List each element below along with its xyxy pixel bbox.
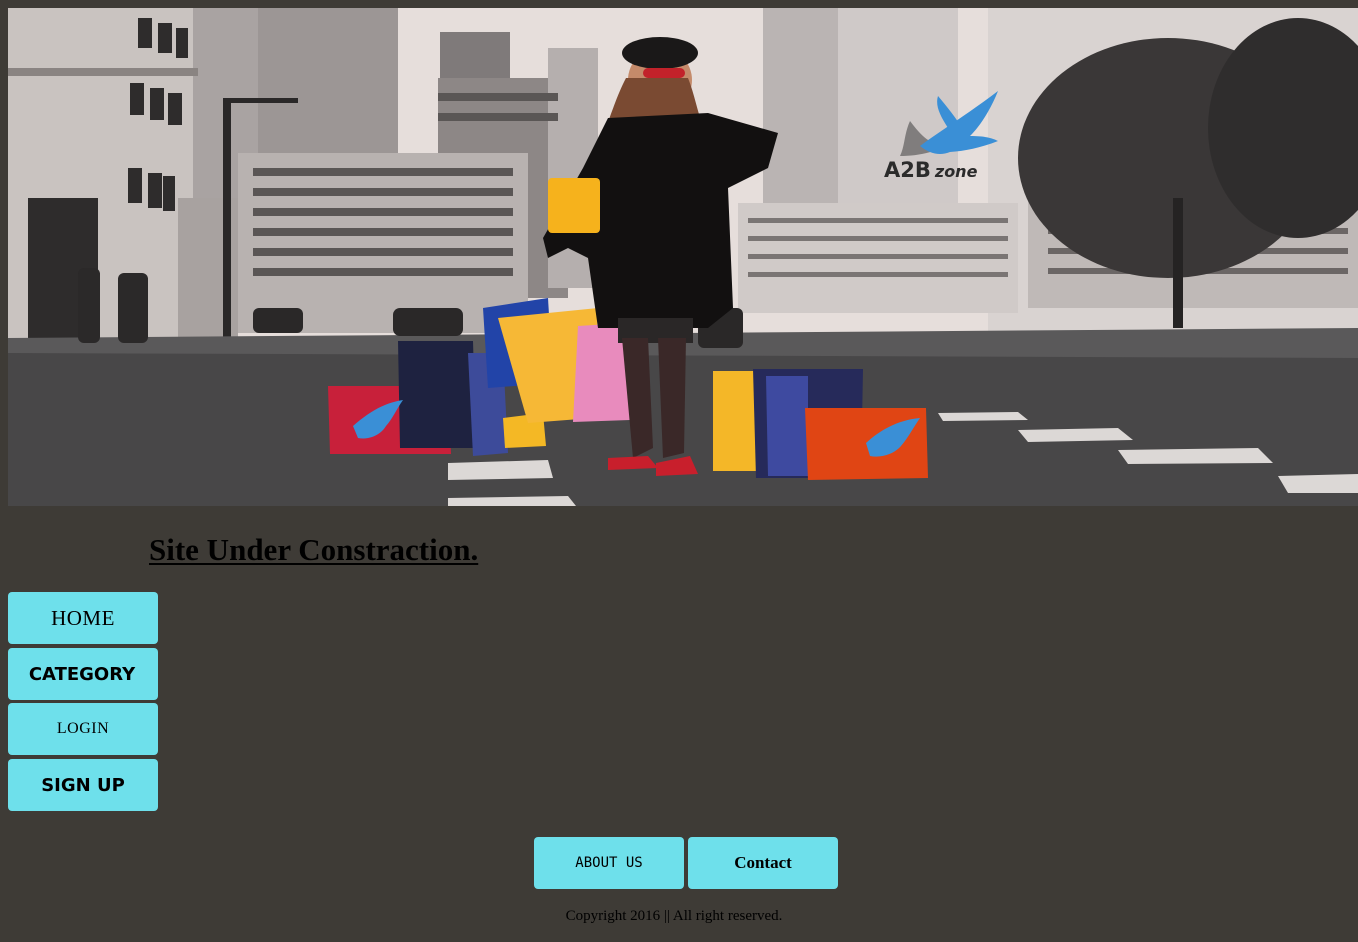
nav-home-label: HOME <box>51 605 115 630</box>
about-us-label: ABOUT US <box>575 855 643 871</box>
nav-category-button[interactable]: CATEGORY <box>8 648 158 700</box>
page-title: Site Under Constraction. <box>149 532 479 567</box>
contact-button[interactable]: Contact <box>688 837 838 889</box>
copyright-text: Copyright 2016 || All right reserved. <box>565 908 783 924</box>
nav-signup-button[interactable]: SIGN UP <box>8 759 158 811</box>
page: A2B zone Site Under Constraction. HOME CA… <box>0 0 1358 942</box>
nav-login-label: LOGIN <box>56 720 110 737</box>
nav-home-button[interactable]: HOME <box>8 592 158 644</box>
about-us-button[interactable]: ABOUT US <box>534 837 684 889</box>
hero-image <box>8 8 1358 506</box>
nav-login-button[interactable]: LOGIN <box>8 703 158 755</box>
nav-category-label: CATEGORY <box>28 663 136 685</box>
hero-banner: A2B zone <box>8 8 1358 506</box>
brand-sub: zone <box>934 162 978 181</box>
brand-logo-text: A2B zone <box>884 158 977 182</box>
contact-label: Contact <box>734 853 792 872</box>
brand-main: A2B <box>884 158 931 182</box>
nav-signup-label: SIGN UP <box>41 774 125 796</box>
